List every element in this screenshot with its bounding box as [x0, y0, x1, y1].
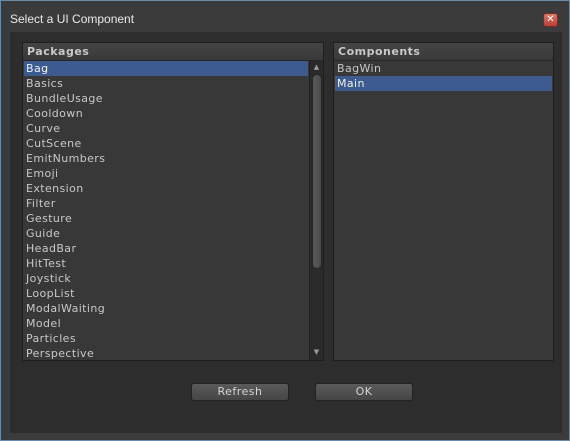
list-item[interactable]: LoopList — [24, 286, 308, 301]
list-item[interactable]: ModalWaiting — [24, 301, 308, 316]
list-item[interactable]: Gesture — [24, 211, 308, 226]
list-item[interactable]: HitTest — [24, 256, 308, 271]
scroll-thumb[interactable] — [312, 74, 322, 269]
list-item[interactable]: Basics — [24, 76, 308, 91]
select-component-dialog: Select a UI Component ✕ Packages Bag Basi… — [0, 0, 570, 441]
list-item[interactable]: EmitNumbers — [24, 151, 308, 166]
dialog-content: Packages Bag Basics BundleUsage Cooldown Cur… — [10, 32, 562, 433]
list-item[interactable]: Extension — [24, 181, 308, 196]
scroll-up-icon[interactable]: ▲ — [310, 61, 323, 73]
scroll-down-icon[interactable]: ▼ — [310, 346, 323, 358]
list-item[interactable]: Guide — [24, 226, 308, 241]
list-item[interactable]: Main — [335, 76, 552, 91]
list-item[interactable]: Joystick — [24, 271, 308, 286]
ok-button[interactable]: OK — [315, 383, 413, 401]
list-item[interactable]: Particles — [24, 331, 308, 346]
components-header: Components — [334, 43, 553, 61]
components-list[interactable]: BagWin Main — [335, 61, 552, 91]
list-item[interactable]: CutScene — [24, 136, 308, 151]
packages-panel: Packages Bag Basics BundleUsage Cooldown Cur… — [22, 42, 324, 361]
packages-header: Packages — [23, 43, 323, 61]
list-item[interactable]: BagWin — [335, 61, 552, 76]
list-item[interactable]: Perspective — [24, 346, 308, 361]
close-icon[interactable]: ✕ — [543, 13, 558, 27]
list-item[interactable]: Emoji — [24, 166, 308, 181]
window-title: Select a UI Component — [10, 12, 135, 26]
list-item[interactable]: Bag — [24, 61, 308, 76]
title-bar[interactable]: Select a UI Component ✕ — [1, 1, 569, 31]
list-item[interactable]: Curve — [24, 121, 308, 136]
packages-list[interactable]: Bag Basics BundleUsage Cooldown Curve CutScen… — [24, 61, 308, 361]
refresh-button[interactable]: Refresh — [191, 383, 289, 401]
list-item[interactable]: Filter — [24, 196, 308, 211]
list-item[interactable]: BundleUsage — [24, 91, 308, 106]
packages-scrollbar[interactable]: ▲ ▼ — [309, 61, 323, 360]
components-panel: Components BagWin Main — [333, 42, 554, 361]
list-item[interactable]: Model — [24, 316, 308, 331]
list-item[interactable]: HeadBar — [24, 241, 308, 256]
list-item[interactable]: Cooldown — [24, 106, 308, 121]
